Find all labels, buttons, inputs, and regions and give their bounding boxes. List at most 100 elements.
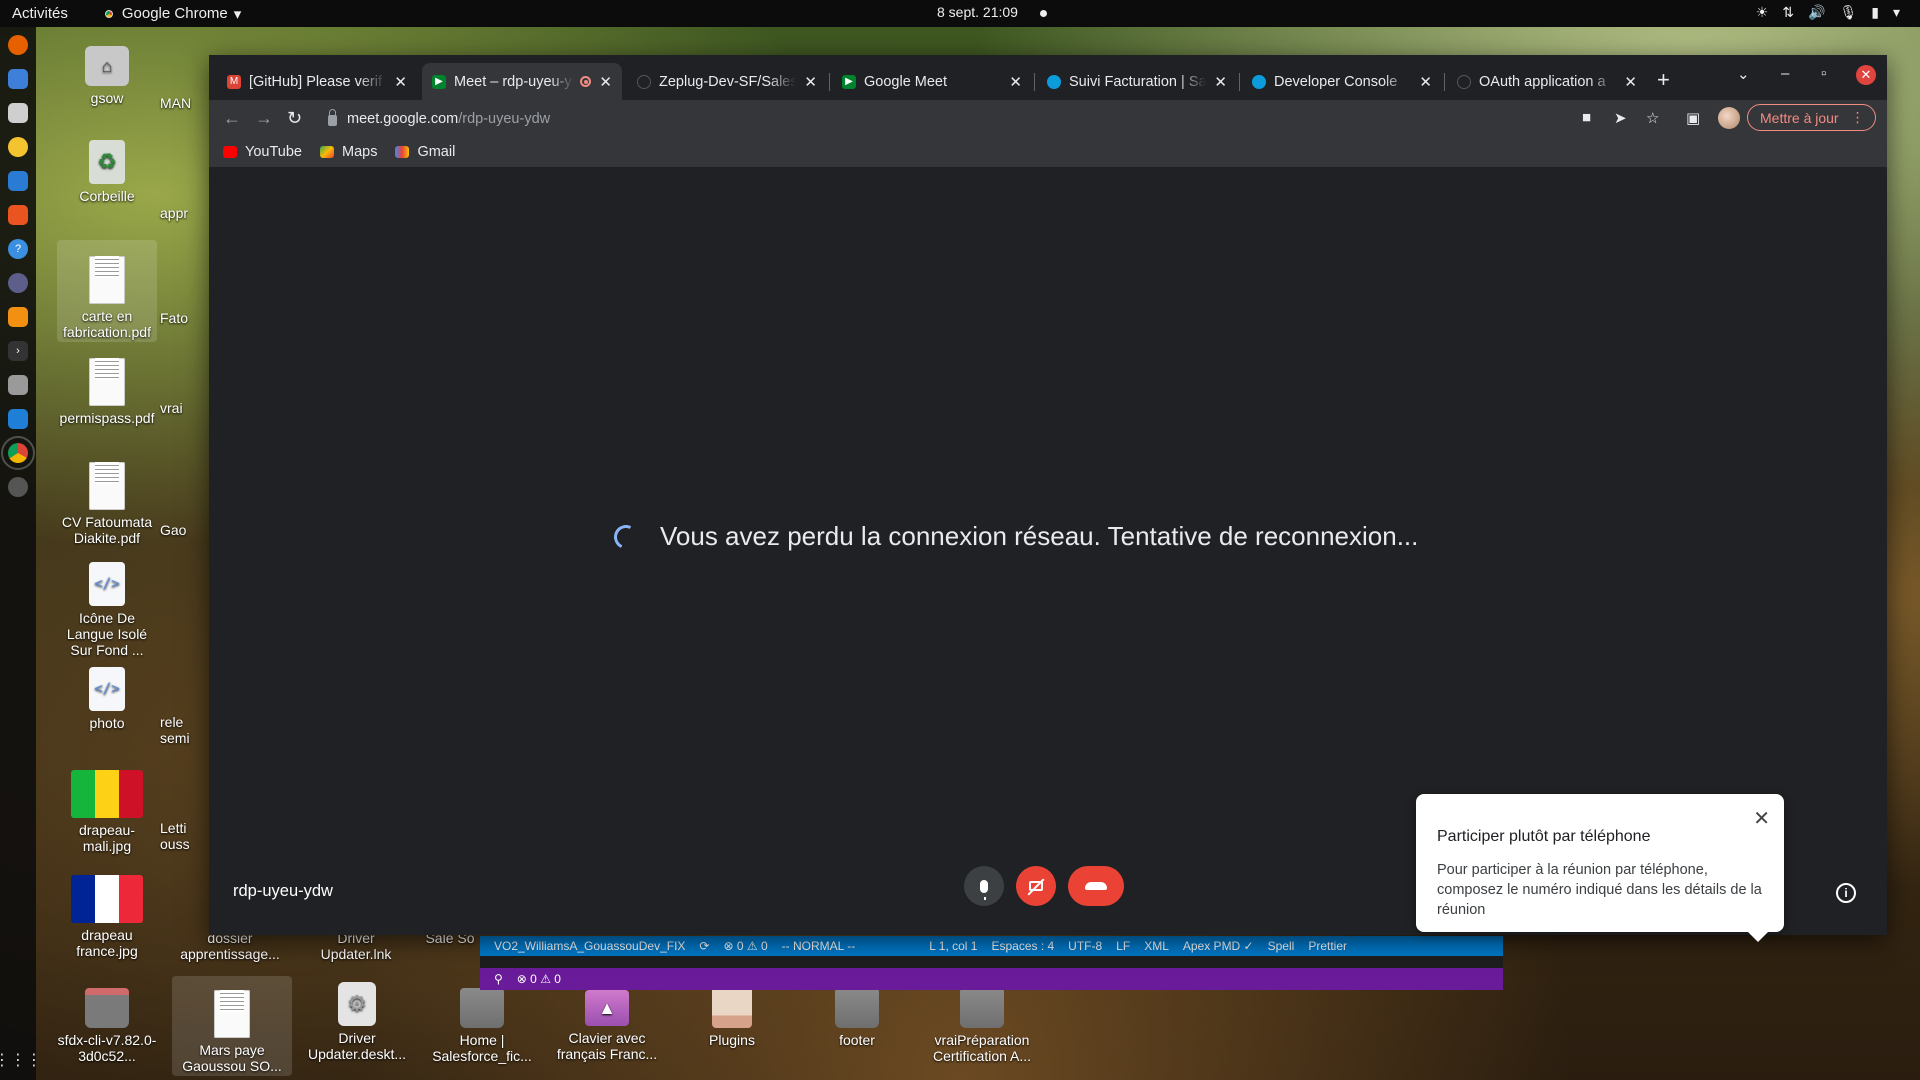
bookmark-star-icon[interactable]: ☆ <box>1646 109 1659 127</box>
desktop-icon-pdf[interactable]: Mars paye Gaoussou SO... <box>172 976 292 1076</box>
close-tab-icon[interactable]: ✕ <box>394 73 407 91</box>
back-button[interactable]: ← <box>223 108 241 129</box>
trash-icon: ♻ <box>89 140 125 184</box>
desktop-icon-folder[interactable]: footer <box>807 980 907 1048</box>
app-menu[interactable]: Google Chrome ▾ <box>101 5 241 23</box>
new-tab-button[interactable]: + <box>1657 67 1670 93</box>
bookmark-maps[interactable]: Maps <box>319 144 377 160</box>
git-branch[interactable]: VO2_WilliamsA_GouassouDev_FIX <box>494 939 685 953</box>
desktop-icon-desktop-file[interactable]: ⚙ Driver Updater.deskt... <box>297 982 417 1062</box>
chrome-dock-icon[interactable] <box>1 436 35 470</box>
apex-pmd-status[interactable]: Apex PMD ✓ <box>1183 939 1254 953</box>
desktop-icon-image[interactable]: drapeau-mali.jpg <box>57 770 157 854</box>
gmail-icon <box>395 146 410 158</box>
sublime-text-icon[interactable] <box>8 307 28 327</box>
app-icon[interactable] <box>8 273 28 293</box>
desktop-icon-folder[interactable]: vraiPréparation Certification A... <box>922 980 1042 1064</box>
spell-status[interactable]: Spell <box>1268 939 1295 953</box>
salesforce-favicon-icon <box>1047 74 1061 89</box>
desktop-icon-trash[interactable]: ♻ Corbeille <box>57 140 157 204</box>
forward-button[interactable]: → <box>255 108 273 129</box>
tab-github-repo[interactable]: Zeplug-Dev-SF/Sales ✕ <box>627 63 827 100</box>
desktop-icon-archive[interactable]: Plugins <box>682 980 782 1048</box>
desktop-icon-partial[interactable]: Letti ouss <box>160 820 210 852</box>
firefox-icon[interactable] <box>8 35 28 55</box>
reload-button[interactable]: ↻ <box>287 108 302 129</box>
leave-call-button[interactable] <box>1068 866 1124 906</box>
tab-search-icon[interactable]: ⌄ <box>1737 65 1750 83</box>
desktop-icon-image[interactable]: ▲ Clavier avec français Franc... <box>547 980 667 1062</box>
desktop-icon-pdf[interactable]: carte en fabrication.pdf <box>57 240 157 342</box>
desktop-icon-svg[interactable]: </> photo <box>57 667 157 731</box>
desktop-icon-folder[interactable]: sfdx-cli-v7.82.0-3d0c52... <box>57 980 157 1064</box>
extensions-icon[interactable]: ▣ <box>1686 109 1700 127</box>
text-editor-icon[interactable] <box>8 375 28 395</box>
desktop-icon-image[interactable]: drapeau france.jpg <box>57 875 157 959</box>
optical-drive-icon[interactable] <box>8 477 28 497</box>
thunderbird-icon[interactable] <box>8 69 28 89</box>
minimize-button[interactable]: – <box>1781 65 1789 82</box>
tab-developer-console[interactable]: Developer Console ✕ <box>1242 63 1442 100</box>
tab-suivi-facturation[interactable]: Suivi Facturation | Sa ✕ <box>1037 63 1237 100</box>
desktop-icon-partial[interactable]: Gao <box>160 522 210 538</box>
close-tab-icon[interactable]: ✕ <box>1419 73 1432 91</box>
desktop-icon-label: rele semi <box>160 714 190 746</box>
lock-icon[interactable] <box>328 109 337 126</box>
tab-meet-active[interactable]: ▶ Meet – rdp-uyeu-y ✕ <box>422 63 622 100</box>
send-to-device-icon[interactable]: ➤ <box>1614 109 1627 127</box>
problems-indicator[interactable]: ⊗ 0 ⚠ 0 <box>723 939 767 953</box>
hang-up-icon <box>1085 882 1107 890</box>
desktop-icon-partial[interactable]: MAN <box>160 95 210 111</box>
show-applications-icon[interactable]: ⋮⋮⋮ <box>0 1050 42 1070</box>
language-mode[interactable]: XML <box>1144 939 1169 953</box>
tab-github[interactable]: M [GitHub] Please verif ✕ <box>217 63 417 100</box>
meeting-details-info-icon[interactable]: i <box>1836 883 1856 903</box>
clock[interactable]: 8 sept. 21:09 <box>937 4 1018 20</box>
help-icon[interactable]: ? <box>8 239 28 259</box>
close-tab-icon[interactable]: ✕ <box>804 73 817 91</box>
address-bar[interactable]: meet.google.com/rdp-uyeu-ydw <box>314 104 1507 133</box>
problems-indicator[interactable]: ⊗ 0 ⚠ 0 <box>517 972 561 986</box>
close-window-button[interactable]: ✕ <box>1856 65 1876 85</box>
indentation[interactable]: Espaces : 4 <box>991 939 1054 953</box>
maximize-button[interactable]: ▫ <box>1821 65 1826 82</box>
desktop-icon-pdf[interactable]: permispass.pdf <box>57 348 157 426</box>
files-icon[interactable] <box>8 103 28 123</box>
desktop-icon-label: footer <box>839 1032 875 1048</box>
writer-icon[interactable] <box>8 171 28 191</box>
vscode-icon[interactable] <box>8 409 28 429</box>
desktop-icon-folder[interactable]: Home | Salesforce_fic... <box>422 980 542 1064</box>
desktop-icon-partial[interactable]: appr <box>160 205 210 221</box>
desktop-icon-home[interactable]: ⌂ gsow <box>57 38 157 106</box>
close-icon[interactable]: ✕ <box>1753 806 1770 831</box>
tab-oauth[interactable]: OAuth application a ✕ <box>1447 63 1647 100</box>
rhythmbox-icon[interactable] <box>8 137 28 157</box>
terminal-icon[interactable]: › <box>8 341 28 361</box>
desktop-icon-svg[interactable]: </> Icône De Langue Isolé Sur Fond ... <box>57 562 157 658</box>
sync-icon[interactable]: ⟳ <box>699 939 709 953</box>
bookmark-youtube[interactable]: YouTube <box>223 144 302 160</box>
software-icon[interactable] <box>8 205 28 225</box>
bookmark-gmail[interactable]: Gmail <box>395 144 455 160</box>
activities-button[interactable]: Activités <box>12 5 68 22</box>
camera-toggle-button[interactable] <box>1016 866 1056 906</box>
prettier-status[interactable]: Prettier <box>1308 939 1347 953</box>
eol[interactable]: LF <box>1116 939 1130 953</box>
close-tab-icon[interactable]: ✕ <box>1214 73 1227 91</box>
profile-avatar[interactable] <box>1718 107 1740 129</box>
microphone-toggle-button[interactable] <box>964 866 1004 906</box>
camera-in-use-icon[interactable]: ■ <box>1582 109 1591 126</box>
tab-google-meet[interactable]: ▶ Google Meet ✕ <box>832 63 1032 100</box>
close-tab-icon[interactable]: ✕ <box>1009 73 1022 91</box>
cursor-position[interactable]: L 1, col 1 <box>929 939 977 953</box>
desktop-icon-partial[interactable]: Fato <box>160 310 210 326</box>
desktop-icon-pdf[interactable]: CV Fatoumata Diakite.pdf <box>57 452 157 546</box>
encoding[interactable]: UTF-8 <box>1068 939 1102 953</box>
close-tab-icon[interactable]: ✕ <box>1624 73 1637 91</box>
remote-icon[interactable]: ⚲ <box>494 972 503 986</box>
desktop-icon-partial[interactable]: rele semi <box>160 714 210 746</box>
update-chrome-button[interactable]: Mettre à jour ⋮ <box>1747 104 1876 131</box>
desktop-icon-partial[interactable]: vrai <box>160 400 210 416</box>
close-tab-icon[interactable]: ✕ <box>599 73 612 91</box>
system-tray[interactable]: ☀ ⇅ 🔊 🎙 ▮ ▾ <box>1756 4 1900 21</box>
